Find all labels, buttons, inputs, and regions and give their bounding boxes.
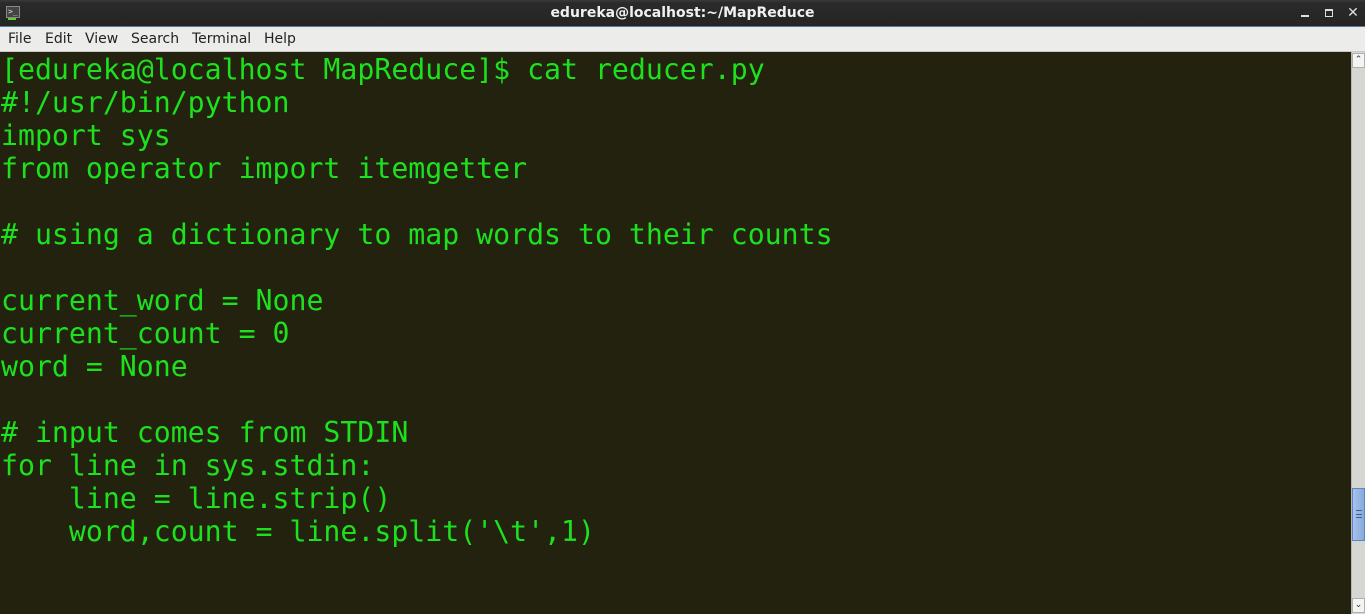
grip-icon	[1356, 510, 1362, 518]
chevron-up-icon: ⌃	[1354, 55, 1363, 65]
terminal-line: current_count = 0	[1, 317, 290, 350]
terminal-line: word,count = line.split('\t',1)	[1, 515, 595, 548]
terminal-line: word = None	[1, 350, 188, 383]
menu-file[interactable]: File	[8, 31, 31, 47]
window-title: edureka@localhost:~/MapReduce	[550, 5, 815, 21]
menu-edit[interactable]: Edit	[45, 31, 72, 47]
terminal-line: current_word = None	[1, 284, 324, 317]
minimize-icon	[1301, 15, 1309, 17]
terminal-line: line = line.strip()	[1, 482, 392, 515]
terminal-line: import sys	[1, 119, 171, 152]
close-button[interactable]: ✕	[1345, 5, 1361, 21]
menu-view[interactable]: View	[85, 31, 118, 47]
prompt-line: [edureka@localhost MapReduce]$ cat reduc…	[1, 53, 765, 86]
scroll-up-button[interactable]: ⌃	[1352, 53, 1365, 68]
menu-terminal[interactable]: Terminal	[192, 31, 251, 47]
menu-search[interactable]: Search	[131, 31, 179, 47]
terminal-line: # input comes from STDIN	[1, 416, 409, 449]
minimize-button[interactable]	[1297, 5, 1313, 21]
menu-bar: File Edit View Search Terminal Help	[0, 27, 1365, 52]
scroll-down-button[interactable]: ⌄	[1352, 598, 1365, 613]
terminal-line: #!/usr/bin/python	[1, 86, 290, 119]
menu-help[interactable]: Help	[264, 31, 296, 47]
chevron-down-icon: ⌄	[1354, 600, 1363, 610]
terminal-output[interactable]: [edureka@localhost MapReduce]$ cat reduc…	[0, 52, 1351, 614]
scroll-thumb[interactable]	[1352, 488, 1365, 541]
window-titlebar[interactable]: >_ edureka@localhost:~/MapReduce ✕	[0, 0, 1365, 27]
maximize-button[interactable]	[1321, 5, 1337, 21]
close-icon: ✕	[1347, 5, 1359, 21]
terminal-line: # using a dictionary to map words to the…	[1, 218, 833, 251]
terminal-line: from operator import itemgetter	[1, 152, 528, 185]
maximize-icon	[1325, 9, 1333, 17]
vertical-scrollbar[interactable]: ⌃ ⌄	[1351, 52, 1365, 614]
terminal-line: for line in sys.stdin:	[1, 449, 375, 482]
